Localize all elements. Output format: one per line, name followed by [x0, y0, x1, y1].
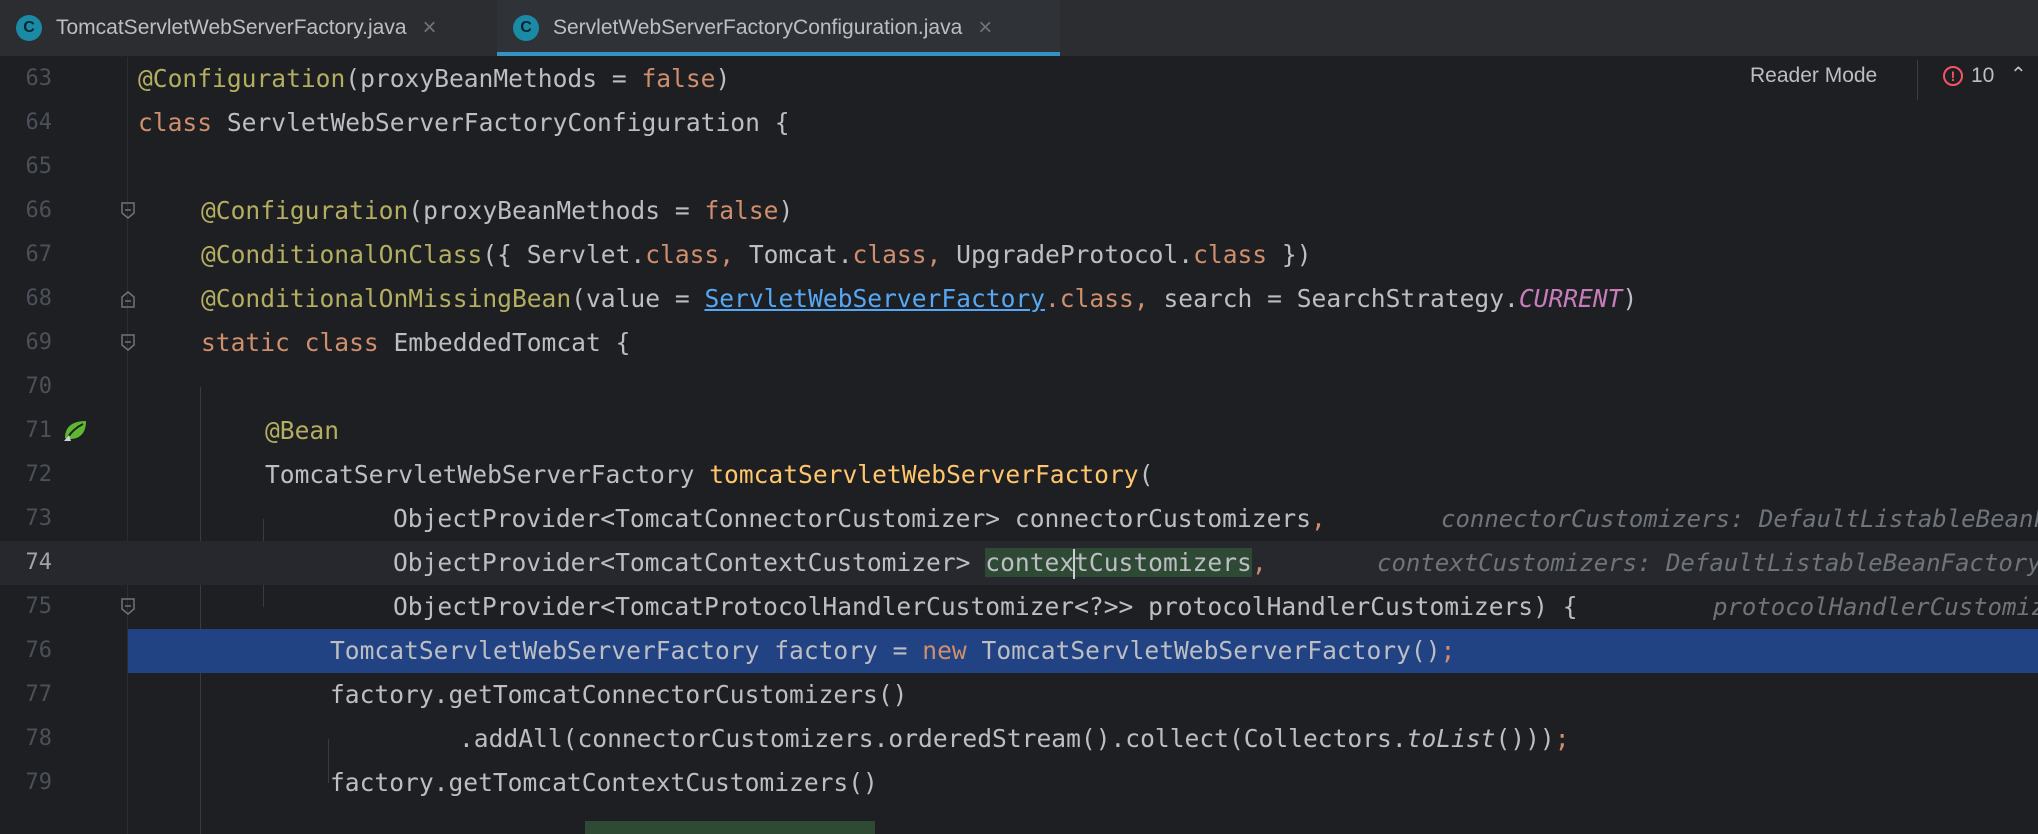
code-text: @ConditionalOnMissingBean(value = Servle…: [201, 284, 1638, 313]
code-text: factory.getTomcatContextCustomizers(): [330, 768, 878, 797]
code-text: class ServletWebServerFactoryConfigurati…: [138, 108, 790, 137]
code-text: factory.getTomcatConnectorCustomizers(): [330, 680, 908, 709]
code-line-current[interactable]: 74 ObjectProvider<TomcatContextCustomize…: [0, 541, 2038, 585]
line-number: 77: [25, 682, 53, 707]
code-line[interactable]: 75 ObjectProvider<TomcatProtocolHandlerC…: [0, 585, 2038, 629]
code-line[interactable]: 67 @ConditionalOnClass({ Servlet.class, …: [0, 233, 2038, 277]
inline-debug-hint: connectorCustomizers: DefaultListableBea…: [1441, 505, 2038, 533]
active-tab-indicator: [497, 52, 1060, 56]
code-line[interactable]: 66 @Configuration(proxyBeanMethods = fal…: [0, 189, 2038, 233]
class-reference-link[interactable]: ServletWebServerFactory: [704, 284, 1045, 313]
close-icon[interactable]: ×: [978, 14, 992, 42]
code-line[interactable]: 69 static class EmbeddedTomcat {: [0, 321, 2038, 365]
line-number: 64: [25, 110, 53, 135]
problems-indicator[interactable]: ! 10: [1943, 64, 1994, 88]
highlighted-variable: contextCustomizers: [985, 548, 1252, 579]
tab-label: TomcatServletWebServerFactory.java: [56, 16, 407, 39]
code-line[interactable]: 78 .addAll(connectorCustomizers.orderedS…: [0, 717, 2038, 761]
fold-icon[interactable]: [120, 290, 136, 308]
tab-servlet-web-server-factory-configuration[interactable]: C ServletWebServerFactoryConfiguration.j…: [497, 0, 1060, 56]
java-class-icon: C: [513, 15, 539, 41]
inline-debug-hint: contextCustomizers: DefaultListableBeanF…: [1377, 549, 2038, 577]
code-text: @ConditionalOnClass({ Servlet.class, Tom…: [201, 240, 1312, 269]
line-number: 67: [25, 242, 53, 267]
line-number: 65: [25, 154, 53, 179]
fold-icon[interactable]: [120, 598, 136, 616]
partial-code-line: [585, 821, 875, 834]
line-number: 70: [25, 374, 53, 399]
line-number: 79: [25, 770, 53, 795]
line-number: 66: [25, 198, 53, 223]
fold-icon[interactable]: [120, 334, 136, 352]
problems-count: 10: [1971, 64, 1995, 87]
code-line[interactable]: 70: [0, 365, 2038, 409]
toolbar-divider: [1917, 60, 1918, 100]
reader-mode-button[interactable]: Reader Mode: [1750, 64, 1877, 88]
error-icon: !: [1943, 66, 1963, 86]
code-line[interactable]: 79 factory.getTomcatContextCustomizers(): [0, 761, 2038, 805]
code-line[interactable]: 68 @ConditionalOnMissingBean(value = Ser…: [0, 277, 2038, 321]
code-line-execution-point[interactable]: TomcatServletWebServerFactory factory = …: [128, 629, 2038, 673]
code-line[interactable]: 63 @Configuration(proxyBeanMethods = fal…: [0, 57, 2038, 101]
code-text: TomcatServletWebServerFactory tomcatServ…: [265, 460, 1154, 489]
code-text: TomcatServletWebServerFactory factory = …: [330, 636, 1456, 665]
line-number: 72: [25, 462, 53, 487]
code-text: @Bean: [265, 416, 340, 445]
code-text: .addAll(connectorCustomizers.orderedStre…: [459, 724, 1570, 753]
fold-icon[interactable]: [120, 202, 136, 220]
line-number: 75: [25, 594, 53, 619]
line-number-row: 76: [0, 629, 127, 673]
code-text: @Configuration(proxyBeanMethods = false): [201, 196, 794, 225]
code-text: ObjectProvider<TomcatProtocolHandlerCust…: [393, 592, 1578, 621]
code-text: ObjectProvider<TomcatContextCustomizer> …: [393, 548, 1267, 579]
line-number: 68: [25, 286, 53, 311]
code-line[interactable]: 73 ObjectProvider<TomcatConnectorCustomi…: [0, 497, 2038, 541]
line-number: 78: [25, 726, 53, 751]
code-text: static class EmbeddedTomcat {: [201, 328, 631, 357]
line-number: 74: [25, 550, 53, 575]
close-icon[interactable]: ×: [423, 14, 437, 42]
java-class-icon: C: [16, 15, 42, 41]
tab-tomcat-servlet-web-server-factory[interactable]: C TomcatServletWebServerFactory.java ×: [0, 0, 496, 56]
chevron-up-icon[interactable]: ⌃: [2010, 62, 2027, 86]
code-line[interactable]: 77 factory.getTomcatConnectorCustomizers…: [0, 673, 2038, 717]
tab-label: ServletWebServerFactoryConfiguration.jav…: [553, 16, 963, 39]
code-line[interactable]: 64 class ServletWebServerFactoryConfigur…: [0, 101, 2038, 145]
line-number: 76: [25, 638, 53, 663]
code-line[interactable]: 65: [0, 145, 2038, 189]
line-number: 69: [25, 330, 53, 355]
line-number: 63: [25, 66, 53, 91]
line-number: 73: [25, 506, 53, 531]
code-editor[interactable]: 63 @Configuration(proxyBeanMethods = fal…: [0, 57, 2038, 834]
code-line[interactable]: 72 TomcatServletWebServerFactory tomcatS…: [0, 453, 2038, 497]
editor-tab-bar: C TomcatServletWebServerFactory.java × C…: [0, 0, 2038, 57]
line-number: 71: [25, 418, 53, 443]
code-text: @Configuration(proxyBeanMethods = false): [138, 64, 731, 93]
code-line[interactable]: 71 @Bean: [0, 409, 2038, 453]
spring-bean-icon[interactable]: [62, 418, 90, 444]
code-text: ObjectProvider<TomcatConnectorCustomizer…: [393, 504, 1326, 533]
inline-debug-hint: protocolHandlerCustomizers: [1713, 593, 2038, 621]
